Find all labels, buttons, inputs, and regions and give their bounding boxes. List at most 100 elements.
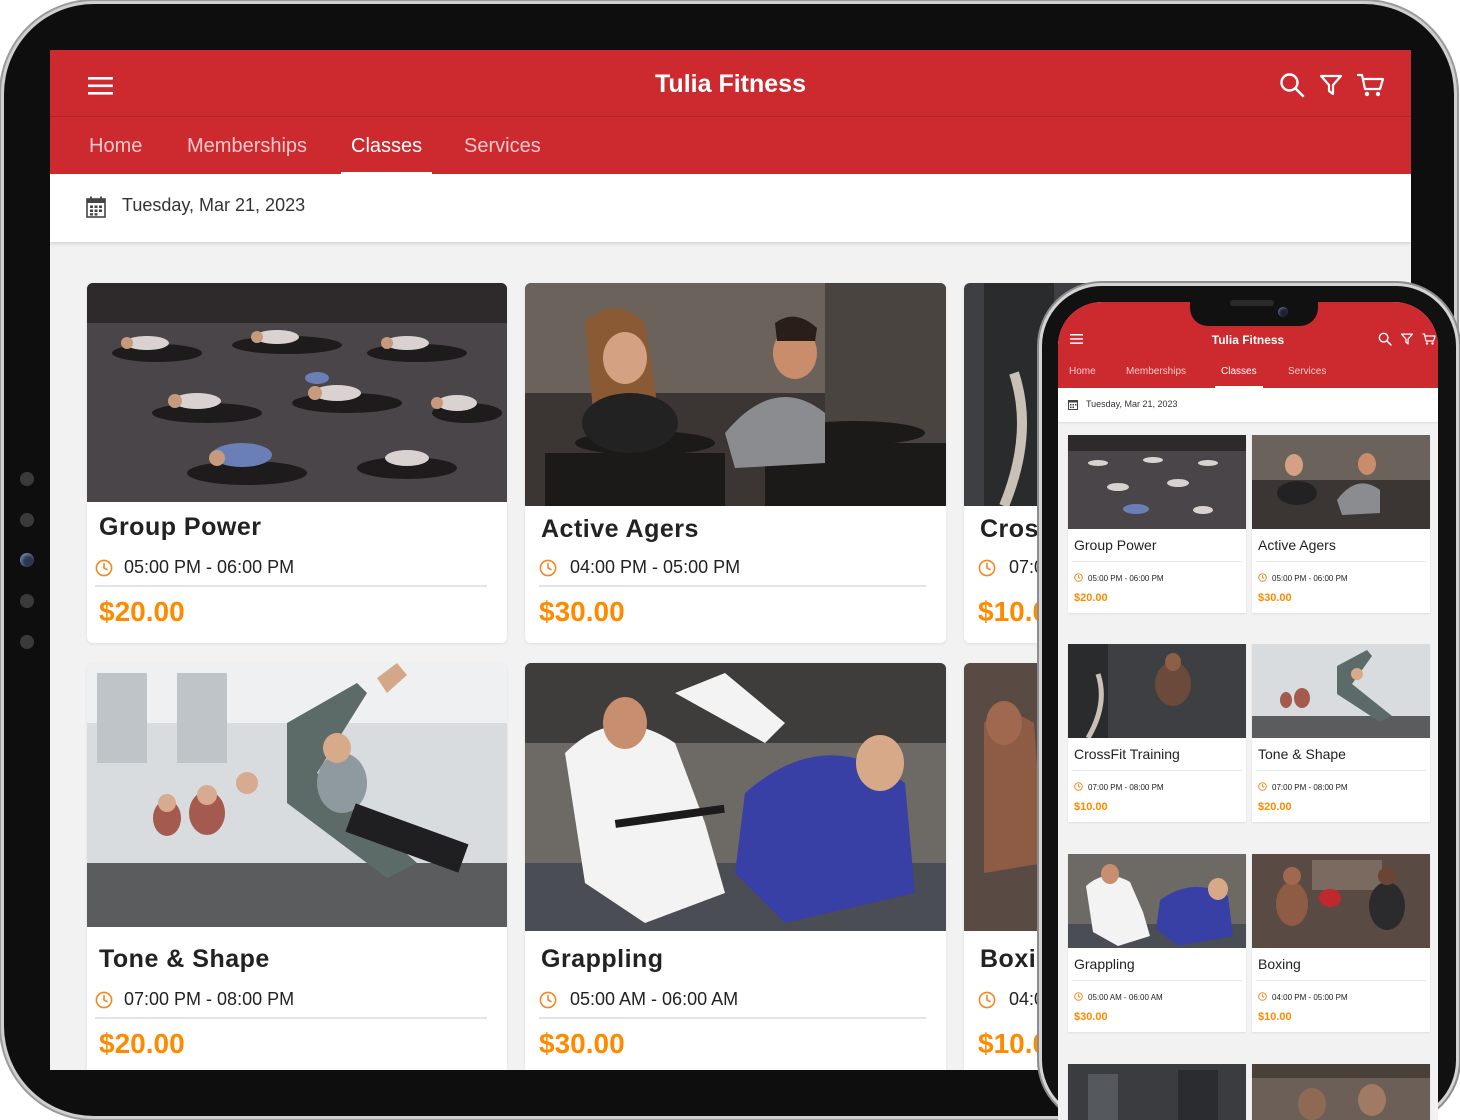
search-icon[interactable] bbox=[1279, 72, 1305, 98]
class-name: Group Power bbox=[1074, 537, 1157, 553]
phone-screen: Tulia Fitness Home Memberships Classes S… bbox=[1058, 302, 1438, 1120]
class-card[interactable]: Grappling 05:00 AM - 06:00 AM $30.00 bbox=[1068, 854, 1246, 1032]
class-card[interactable]: Group Power 05:00 PM - 06:00 PM $20.00 bbox=[87, 283, 507, 643]
divider bbox=[1256, 770, 1426, 771]
class-image bbox=[525, 663, 946, 931]
search-icon[interactable] bbox=[1378, 332, 1392, 346]
tab-classes[interactable]: Classes bbox=[340, 117, 433, 175]
phone-nav-tabs: Home Memberships Classes Services bbox=[1058, 356, 1438, 388]
class-time: 07:00 PM - 08:00 PM bbox=[1088, 783, 1164, 792]
date-selector[interactable]: Tuesday, Mar 21, 2023 bbox=[50, 174, 1411, 242]
class-time: 04:00 PM - 05:00 PM bbox=[1272, 993, 1348, 1002]
class-image bbox=[1252, 644, 1430, 738]
date-selector[interactable]: Tuesday, Mar 21, 2023 bbox=[1058, 388, 1438, 422]
class-price: $30.00 bbox=[1074, 1011, 1108, 1023]
tablet-side-dot bbox=[20, 594, 34, 608]
class-name: Active Agers bbox=[1258, 537, 1336, 553]
divider bbox=[1072, 770, 1242, 771]
calendar-icon bbox=[86, 196, 106, 218]
class-card[interactable]: CrossFit Training 07:00 PM - 08:00 PM $1… bbox=[1068, 644, 1246, 822]
clock-icon bbox=[539, 559, 557, 577]
divider bbox=[1072, 561, 1242, 562]
tab-memberships[interactable]: Memberships bbox=[1126, 356, 1186, 388]
cart-icon[interactable] bbox=[1422, 332, 1436, 346]
class-price: $20.00 bbox=[99, 596, 185, 627]
class-image bbox=[87, 663, 507, 927]
class-card[interactable]: Active Agers 04:00 PM - 05:00 PM $30.00 bbox=[525, 283, 946, 643]
class-price: $10.00 bbox=[1258, 1011, 1292, 1023]
tablet-side-dot bbox=[20, 513, 34, 527]
class-price: $30.00 bbox=[539, 1028, 625, 1059]
class-image bbox=[1068, 435, 1246, 529]
class-price: $10.0 bbox=[978, 1028, 1049, 1059]
class-name: CrossFit Training bbox=[1074, 746, 1180, 762]
tab-home[interactable]: Home bbox=[1069, 356, 1096, 388]
class-card[interactable] bbox=[1068, 1064, 1246, 1120]
clock-icon bbox=[978, 991, 996, 1009]
class-card[interactable] bbox=[1252, 1064, 1430, 1120]
class-name: Tone & Shape bbox=[99, 945, 270, 973]
class-card[interactable]: Group Power 05:00 PM - 06:00 PM $20.00 bbox=[1068, 435, 1246, 613]
class-card[interactable]: Active Agers 05:00 PM - 06:00 PM $30.00 bbox=[1252, 435, 1430, 613]
class-name: Active Agers bbox=[541, 515, 699, 543]
class-time: 07:0 bbox=[1009, 557, 1045, 577]
class-name: Grappling bbox=[1074, 956, 1135, 972]
class-time: 05:00 AM - 06:00 AM bbox=[1088, 993, 1163, 1002]
class-card[interactable]: Tone & Shape 07:00 PM - 08:00 PM $20.00 bbox=[1252, 644, 1430, 822]
class-image bbox=[525, 283, 946, 506]
clock-icon bbox=[95, 991, 113, 1009]
class-time: 05:00 AM - 06:00 AM bbox=[570, 989, 739, 1009]
tab-classes[interactable]: Classes bbox=[1215, 356, 1263, 388]
class-price: $10.00 bbox=[1074, 801, 1108, 813]
tablet-side-dot bbox=[20, 472, 34, 486]
cart-icon[interactable] bbox=[1357, 72, 1385, 98]
phone-notch bbox=[1190, 294, 1318, 326]
divider bbox=[539, 585, 926, 587]
divider bbox=[95, 585, 487, 587]
class-price: $30.00 bbox=[539, 596, 625, 627]
tab-home[interactable]: Home bbox=[89, 117, 142, 175]
phone-device-frame: Tulia Fitness Home Memberships Classes S… bbox=[1042, 286, 1456, 1120]
nav-tabs: Home Memberships Classes Services bbox=[50, 116, 1411, 175]
class-image bbox=[1252, 854, 1430, 948]
clock-icon bbox=[1258, 992, 1267, 1001]
class-name: Tone & Shape bbox=[1258, 746, 1346, 762]
tab-memberships[interactable]: Memberships bbox=[187, 117, 307, 175]
filter-icon[interactable] bbox=[1400, 332, 1414, 346]
class-image bbox=[1068, 644, 1246, 738]
divider bbox=[539, 1017, 926, 1019]
class-image bbox=[1252, 1064, 1430, 1120]
class-price: $20.00 bbox=[99, 1028, 185, 1059]
tab-services[interactable]: Services bbox=[1288, 356, 1326, 388]
filter-icon[interactable] bbox=[1319, 72, 1343, 98]
class-time: 05:00 PM - 06:00 PM bbox=[1272, 574, 1348, 583]
class-card[interactable]: Boxing 04:00 PM - 05:00 PM $10.00 bbox=[1252, 854, 1430, 1032]
divider bbox=[1072, 980, 1242, 981]
clock-icon bbox=[95, 559, 113, 577]
class-image bbox=[1252, 435, 1430, 529]
class-time: 07:00 PM - 08:00 PM bbox=[124, 989, 295, 1009]
tablet-camera bbox=[20, 553, 34, 567]
class-price: $30.00 bbox=[1258, 592, 1292, 604]
app-title: Tulia Fitness bbox=[655, 70, 806, 98]
class-price: $10.0 bbox=[978, 596, 1049, 627]
class-name: Group Power bbox=[99, 513, 262, 541]
clock-icon bbox=[978, 559, 996, 577]
date-label: Tuesday, Mar 21, 2023 bbox=[122, 195, 306, 215]
clock-icon bbox=[1074, 782, 1083, 791]
class-card[interactable]: Grappling 05:00 AM - 06:00 AM $30.00 bbox=[525, 663, 946, 1070]
class-price: $20.00 bbox=[1258, 801, 1292, 813]
phone-speaker bbox=[1230, 300, 1274, 306]
tablet-side-dot bbox=[20, 635, 34, 649]
divider bbox=[95, 1017, 487, 1019]
class-time: 05:00 PM - 06:00 PM bbox=[124, 557, 295, 577]
clock-icon bbox=[539, 991, 557, 1009]
tab-services[interactable]: Services bbox=[464, 117, 541, 175]
phone-camera bbox=[1278, 307, 1288, 317]
class-name: Boxing bbox=[1258, 956, 1301, 972]
class-time: 05:00 PM - 06:00 PM bbox=[1088, 574, 1164, 583]
class-card[interactable]: Tone & Shape 07:00 PM - 08:00 PM $20.00 bbox=[87, 663, 507, 1070]
date-label: Tuesday, Mar 21, 2023 bbox=[1086, 399, 1178, 409]
class-image bbox=[1068, 1064, 1246, 1120]
clock-icon bbox=[1074, 573, 1083, 582]
